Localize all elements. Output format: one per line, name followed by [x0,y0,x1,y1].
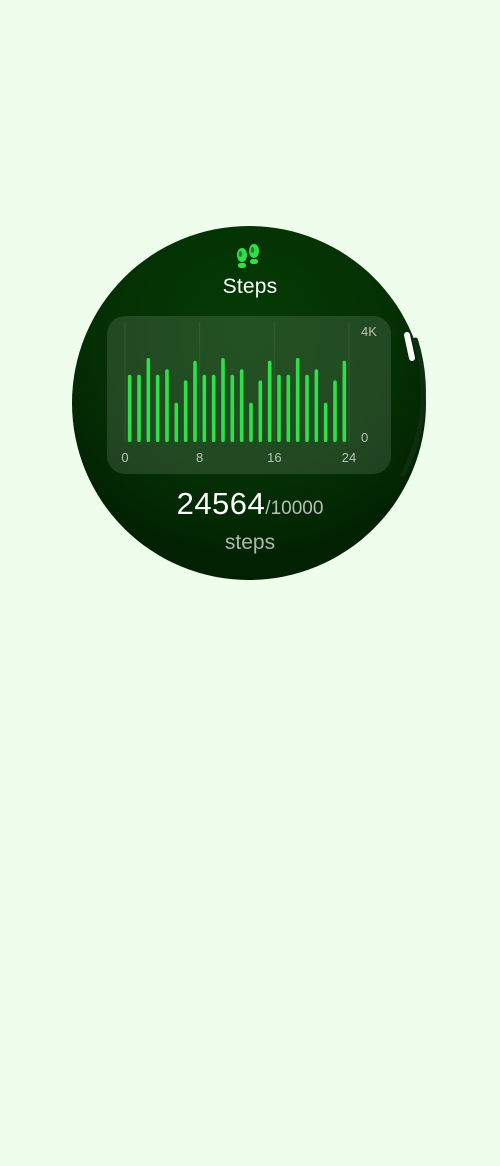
chart-bar [211,374,216,442]
chart-bar [221,358,225,442]
chart-bar [342,360,347,442]
steps-unit: steps [224,531,276,554]
chart-bar [137,374,141,442]
steps-goal: /10000 [265,498,324,519]
chart-bar [155,374,160,442]
chart-bar [267,360,272,442]
x-tick-label: 8 [196,450,203,465]
chart-bar [305,374,309,442]
chart-bar [286,374,291,442]
chart-bar [193,360,197,442]
chart-bar [277,374,281,442]
chart-bar [314,369,319,442]
steps-count: 24564 [176,486,266,521]
y-tick-label: 4K [361,324,377,339]
steps-bar-chart: 0 8 16 24 0 4K [121,322,377,465]
footprints-icon [237,244,259,268]
x-tick-label: 24 [342,450,356,465]
chart-bar [146,358,151,442]
chart-bar [202,374,207,442]
chart-bar [165,369,169,442]
chart-bar [258,380,263,442]
x-tick-label: 16 [267,450,281,465]
chart-bar [230,374,235,442]
chart-bar [239,369,244,442]
steps-summary: 24564/10000 [0,486,500,522]
chart-bar [183,380,188,442]
chart-bar [127,374,132,442]
chart-bar [295,358,300,442]
chart-bar [323,402,328,442]
chart-bar [333,380,337,442]
x-tick-label: 0 [121,450,128,465]
chart-bar [174,402,179,442]
page-title: Steps [222,275,278,298]
chart-bar [249,402,253,442]
y-tick-label: 0 [361,430,368,445]
